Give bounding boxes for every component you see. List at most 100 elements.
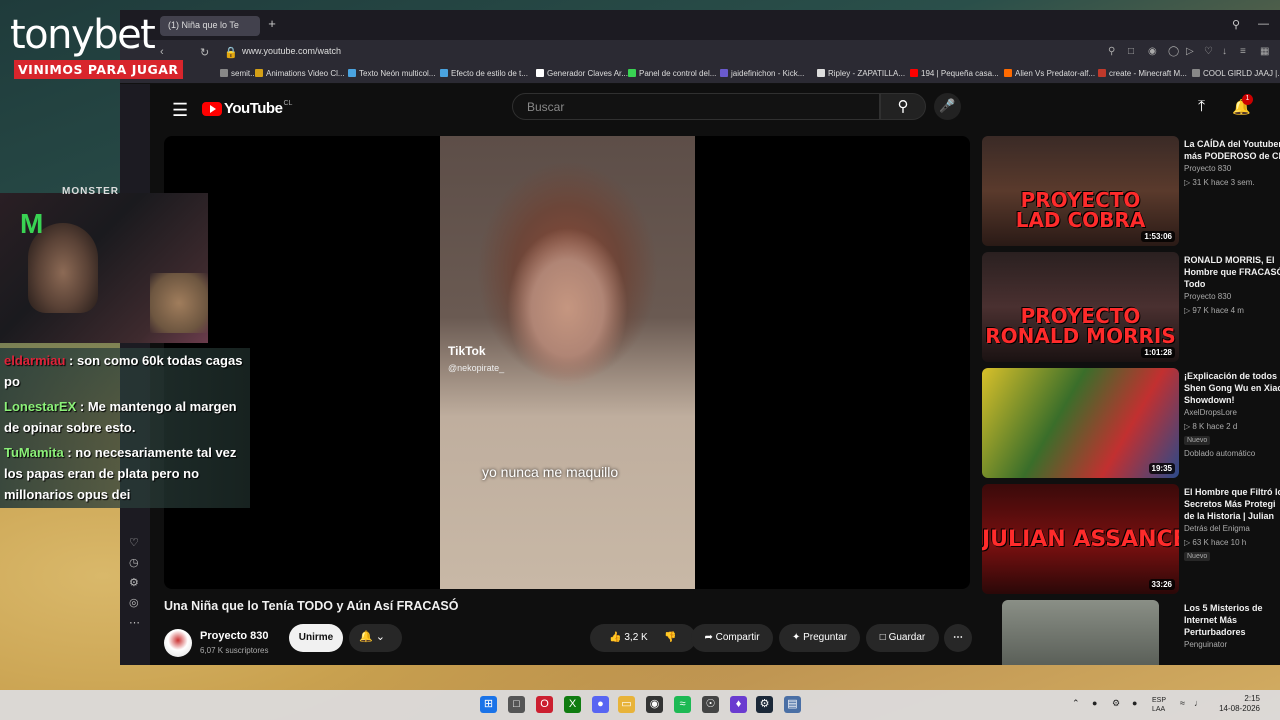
bookmark-item[interactable]: Texto Neón multicol... [348,69,435,78]
heart-icon[interactable]: ♡ [1204,46,1213,57]
recommendation-title[interactable]: Los 5 Misterios de Internet Más Perturba… [1184,602,1280,638]
search-tabs-icon[interactable]: ⚲ [1232,18,1240,31]
back-icon[interactable]: ‹ [160,46,164,58]
xbox-icon[interactable]: X [564,696,581,713]
upload-icon[interactable]: ⤒ [1198,98,1205,116]
recommendation-thumbnail[interactable]: PROYECTO LAD COBRA 1:53:06 [982,136,1179,246]
address-bar[interactable]: www.youtube.com/watch [242,46,341,56]
video-duration: 1:53:06 [1141,231,1175,242]
heart-icon[interactable]: ♡ [129,536,139,549]
shield-icon[interactable]: ◯ [1168,46,1179,57]
screenshot-icon[interactable]: □ [1128,46,1134,57]
recommendation-thumbnail[interactable]: 19:35 [982,368,1179,478]
minimize-icon[interactable]: — [1258,18,1269,30]
thumbs-down-icon[interactable]: 👎 [664,632,676,643]
new-badge: Nuevo [1184,552,1211,561]
save-button[interactable]: □ Guardar [866,624,939,652]
join-button[interactable]: Unirme [289,624,343,652]
discord-icon[interactable]: ● [592,696,609,713]
recommendation-channel[interactable]: AxelDropsLore [1184,408,1237,417]
recommendation-thumbnail[interactable]: PROYECTO RONALD MORRIS 1:01:28 [982,252,1179,362]
app-icon[interactable]: ♦ [730,696,747,713]
search-input[interactable]: Buscar [512,93,880,120]
recommendation-card[interactable]: PROYECTO LAD COBRA 1:53:06 La CAÍDA del Yo… [982,136,1280,246]
bookmark-item[interactable]: COOL GIRLD JAAJ |... [1192,69,1280,78]
bookmark-item[interactable]: semit... [220,69,257,78]
tray-bluetooth-icon[interactable]: ● [1132,698,1137,708]
chevron-up-icon[interactable]: ⌃ [1072,698,1080,709]
like-dislike-button[interactable]: 👍 3,2 K 👎 [590,624,696,652]
mic-button[interactable]: 🎤 [934,93,961,120]
wifi-icon[interactable]: ≈ [1180,698,1185,708]
bookmark-item[interactable]: Ripley - ZAPATILLA... [817,69,905,78]
tray-steam-icon[interactable]: ⚙ [1112,698,1120,709]
video-duration: 19:35 [1148,463,1175,474]
recommendation-channel[interactable]: Proyecto 830 [1184,292,1231,301]
bookmark-item[interactable]: Alien Vs Predator-alf... [1004,69,1095,78]
recommendation-title[interactable]: El Hombre que Filtró lo Secretos Más Pro… [1184,486,1280,522]
search-icon: ⚲ [897,98,909,115]
hamburger-menu-icon[interactable]: ☰ [172,100,188,121]
spotify-icon[interactable]: ≈ [674,696,691,713]
more-actions-button[interactable]: ⋯ [944,624,972,652]
download-icon[interactable]: ↓ [1222,46,1227,57]
sponsor-logo: MONSTER [62,186,119,197]
recommendation-title[interactable]: ¡Explicación de todos l Shen Gong Wu en … [1184,370,1280,406]
bookmark-item[interactable]: jaidefinichon - Kick... [720,69,804,78]
recommendation-channel[interactable]: Penguinator [1184,640,1227,649]
recommendation-thumbnail[interactable] [1002,600,1159,665]
recommendation-card[interactable]: 19:35 ¡Explicación de todos l Shen Gong W… [982,368,1280,478]
recommendation-card[interactable]: Los 5 Misterios de Internet Más Perturba… [982,600,1280,665]
language-indicator[interactable]: ESP LAA [1152,696,1166,714]
recommendation-title[interactable]: RONALD MORRIS, El Hombre que FRACASÓ Tod… [1184,254,1280,290]
clock[interactable]: 2:15 14-08-2026 [1210,694,1260,714]
channel-avatar[interactable] [164,629,192,657]
play-icon[interactable]: ▷ [1186,46,1194,57]
youtube-logo[interactable]: YouTube CL [202,100,292,117]
bookmark-item[interactable]: Animations Video Cl... [255,69,345,78]
grid-icon[interactable]: ▦ [1260,46,1269,57]
history-icon[interactable]: ◷ [129,556,139,569]
reload-icon[interactable]: ↻ [200,46,209,59]
recommendation-title[interactable]: La CAÍDA del Youtuber más PODEROSO de Ch [1184,138,1280,162]
channel-name[interactable]: Proyecto 830 [200,630,268,642]
new-tab-icon[interactable]: + [264,16,280,34]
recommendation-channel[interactable]: Detrás del Enigma [1184,524,1250,533]
bulb-icon[interactable]: ◎ [129,596,139,609]
obs-icon[interactable]: ◉ [646,696,663,713]
bookmark-item[interactable]: Efecto de estilo de t... [440,69,528,78]
file-explorer-icon[interactable]: ▭ [618,696,635,713]
recommendation-card[interactable]: JULIAN ASSANCE 33:26 El Hombre que Filtró … [982,484,1280,594]
video-player[interactable]: TikTok @nekopirate_ yo nunca me maquillo [164,136,970,589]
more-icon[interactable]: ⋯ [129,616,140,629]
recommendation-card[interactable]: PROYECTO RONALD MORRIS 1:01:28 RONALD MORR… [982,252,1280,362]
subscribed-bell-button[interactable]: 🔔 ⌄ [349,624,402,652]
bookmark-item[interactable]: create - Minecraft M... [1098,69,1187,78]
task-view-icon[interactable]: □ [508,696,525,713]
bookmark-item[interactable]: Panel de control del... [628,69,716,78]
bookmark-item[interactable]: 194 | Pequeña casa... [910,69,999,78]
menu-icon[interactable]: ≡ [1240,46,1246,57]
search-button[interactable]: ⚲ [880,93,926,120]
tray-app-icon[interactable]: ● [1092,698,1097,708]
ask-button[interactable]: ✦ Preguntar [779,624,860,652]
bookmark-favicon-icon [255,69,263,77]
chrome-icon[interactable]: ☉ [702,696,719,713]
bookmark-item[interactable]: Generador Claves Ar... [536,69,628,78]
opera-browser-icon[interactable]: O [536,696,553,713]
tab-bar: (1) Niña que lo Te + ⚲ — [120,10,1280,40]
video-title: Una Niña que lo Tenía TODO y Aún Así FRA… [164,599,459,613]
share-button[interactable]: ➦ Compartir [691,624,773,652]
lock-icon: 🔒 [224,47,238,59]
camera-icon[interactable]: ◉ [1148,46,1157,57]
volume-icon[interactable]: ♩ [1194,698,1203,708]
settings-icon[interactable]: ⚙ [129,576,139,589]
zoom-icon[interactable]: ⚲ [1108,46,1115,57]
thumbnail-text: JULIAN ASSANCE [982,527,1179,552]
windows-start-icon[interactable]: ⊞ [480,696,497,713]
recommendation-thumbnail[interactable]: JULIAN ASSANCE 33:26 [982,484,1179,594]
steam-icon[interactable]: ⚙ [756,696,773,713]
recommendation-channel[interactable]: Proyecto 830 [1184,164,1231,173]
notepad-icon[interactable]: ▤ [784,696,801,713]
tab-active[interactable]: (1) Niña que lo Te [160,16,260,36]
